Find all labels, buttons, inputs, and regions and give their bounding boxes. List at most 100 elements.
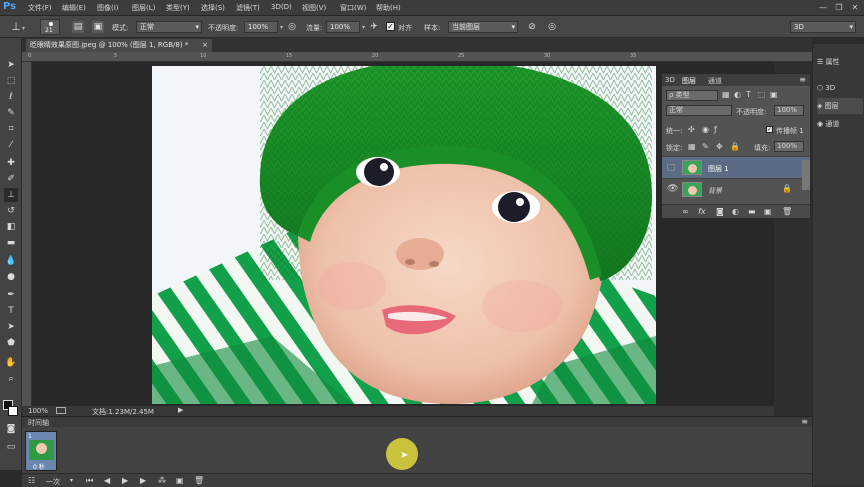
opacity-input[interactable]: 100%: [244, 21, 278, 33]
unify-visibility-icon[interactable]: ◉: [702, 125, 709, 134]
preset-dropdown-icon[interactable]: ▾: [22, 25, 25, 32]
history-brush-tool-icon[interactable]: ↺: [4, 204, 18, 218]
filter-pixel-icon[interactable]: ▦: [722, 90, 730, 99]
background-color-swatch[interactable]: [8, 406, 18, 416]
path-select-tool-icon[interactable]: ➤: [4, 320, 18, 334]
visibility-toggle-empty[interactable]: [667, 164, 675, 171]
mode-select[interactable]: 正常 ▾: [136, 21, 202, 33]
gradient-tool-icon[interactable]: ▬: [4, 236, 18, 250]
delete-layer-icon[interactable]: 🗑: [782, 207, 792, 216]
delete-frame-icon[interactable]: 🗑: [194, 476, 204, 485]
new-group-icon[interactable]: ▬: [748, 207, 756, 216]
menu-select[interactable]: 选择(S): [201, 3, 225, 13]
dock-3d[interactable]: ⬡ 3D: [817, 80, 863, 96]
adjustment-layer-icon[interactable]: ◐: [732, 207, 739, 216]
menu-edit[interactable]: 编辑(E): [62, 3, 86, 13]
menu-layer[interactable]: 图层(L): [132, 3, 155, 13]
lock-position-icon[interactable]: ✥: [716, 142, 723, 151]
flow-dropdown-icon[interactable]: ▾: [362, 24, 365, 31]
document-tab[interactable]: 眨眼睛效果原图.jpeg @ 100% (图层 1, RGB/8) * ×: [26, 39, 212, 52]
shape-tool-icon[interactable]: ⬟: [4, 336, 18, 350]
workspace-select[interactable]: 3D ▾: [790, 21, 856, 33]
align-checkbox[interactable]: ✓: [386, 22, 395, 31]
tab-3d[interactable]: 3D: [665, 76, 675, 84]
next-frame-icon[interactable]: ▶: [140, 476, 146, 485]
lock-all-icon[interactable]: 🔒: [730, 142, 740, 151]
status-menu-arrow-icon[interactable]: ▶: [178, 406, 183, 414]
restore-button[interactable]: ❐: [832, 2, 846, 13]
lock-pixels-icon[interactable]: ✎: [702, 142, 709, 151]
screen-mode-icon[interactable]: ▭: [4, 440, 18, 454]
menu-filter[interactable]: 滤镜(T): [236, 3, 260, 13]
lasso-tool-icon[interactable]: ℓ: [4, 90, 18, 104]
clone-stamp-tool-icon[interactable]: ⊥: [4, 188, 18, 202]
layer-row-layer1[interactable]: 图层 1: [662, 156, 810, 178]
layer-name[interactable]: 背景: [708, 186, 722, 196]
chevron-down-icon[interactable]: ▾: [70, 477, 73, 484]
pen-tool-icon[interactable]: ✒: [4, 288, 18, 302]
tab-layers[interactable]: 图层: [682, 76, 696, 86]
menu-type[interactable]: 类型(Y): [166, 3, 190, 13]
crop-tool-icon[interactable]: ⌗: [4, 122, 18, 136]
eye-icon[interactable]: 👁: [667, 184, 678, 194]
move-tool-icon[interactable]: ➤: [4, 58, 18, 72]
pressure-size-icon[interactable]: ◎: [546, 21, 558, 33]
sample-select[interactable]: 当前图层 ▾: [448, 21, 518, 33]
layer-name[interactable]: 图层 1: [708, 164, 729, 174]
eyedropper-tool-icon[interactable]: ⁄: [4, 138, 18, 152]
type-tool-icon[interactable]: T: [4, 304, 18, 318]
first-frame-icon[interactable]: ⏮: [86, 476, 93, 486]
layer-style-icon[interactable]: fx: [698, 207, 706, 216]
blend-mode-select[interactable]: 正常: [666, 105, 732, 116]
layers-scrollbar[interactable]: [802, 160, 810, 190]
menu-image[interactable]: 图像(I): [97, 3, 119, 13]
brush-tool-icon[interactable]: ✐: [4, 172, 18, 186]
quick-mask-icon[interactable]: ◙: [4, 422, 18, 436]
duplicate-frame-icon[interactable]: ▣: [176, 476, 184, 485]
dock-channels[interactable]: ◉ 通道: [817, 116, 863, 132]
ignore-adjustment-icon[interactable]: ⊘: [526, 21, 538, 33]
lock-transparent-icon[interactable]: ▦: [688, 142, 696, 151]
prev-frame-icon[interactable]: ◀: [104, 476, 110, 485]
propagate-frame-checkbox[interactable]: ✓: [766, 126, 773, 133]
fill-input[interactable]: 100%: [774, 141, 804, 152]
convert-timeline-icon[interactable]: ☷: [28, 476, 35, 485]
opacity-dropdown-icon[interactable]: ▾: [280, 24, 283, 31]
close-tab-icon[interactable]: ×: [202, 39, 208, 52]
menu-file[interactable]: 文件(F): [28, 3, 52, 13]
close-button[interactable]: ✕: [848, 2, 862, 13]
toggle-clone-source-icon[interactable]: ▣: [92, 21, 104, 33]
dock-layers[interactable]: ◈ 图层: [817, 98, 863, 114]
new-layer-icon[interactable]: ▣: [764, 207, 772, 216]
menu-3d[interactable]: 3D(D): [271, 3, 292, 11]
timeline-menu-icon[interactable]: ≡: [801, 417, 808, 426]
airbrush-icon[interactable]: ✈: [368, 21, 380, 33]
hand-tool-icon[interactable]: ✋: [4, 356, 18, 370]
marquee-tool-icon[interactable]: ⬚: [4, 74, 18, 88]
status-info-icon[interactable]: [56, 407, 66, 414]
document-image[interactable]: [152, 66, 656, 404]
menu-help[interactable]: 帮助(H): [376, 3, 401, 13]
minimize-button[interactable]: —: [816, 2, 830, 13]
unify-position-icon[interactable]: ✣: [688, 125, 695, 134]
quick-select-tool-icon[interactable]: ✎: [4, 106, 18, 120]
clone-stamp-icon[interactable]: ⊥: [10, 21, 22, 33]
menu-window[interactable]: 窗口(W): [340, 3, 366, 13]
add-mask-icon[interactable]: ◙: [716, 207, 724, 216]
eraser-tool-icon[interactable]: ◧: [4, 220, 18, 234]
tween-icon[interactable]: ⁂: [158, 476, 166, 485]
healing-brush-tool-icon[interactable]: ✚: [4, 156, 18, 170]
play-icon[interactable]: ▶: [122, 476, 128, 485]
filter-smart-icon[interactable]: ▣: [770, 90, 778, 99]
flow-input[interactable]: 100%: [326, 21, 360, 33]
unify-style-icon[interactable]: ƒ: [714, 125, 717, 134]
dock-properties[interactable]: ☰ 属性: [817, 54, 863, 70]
animation-frame[interactable]: 1 0 秒: [25, 431, 57, 471]
zoom-tool-icon[interactable]: ⌕: [4, 372, 18, 386]
pressure-opacity-icon[interactable]: ◎: [286, 21, 298, 33]
brush-size-preset[interactable]: 21: [40, 19, 60, 35]
layer-opacity-input[interactable]: 100%: [774, 105, 804, 116]
layer-filter-select[interactable]: ρ 类型: [666, 90, 718, 101]
filter-shape-icon[interactable]: ⬚: [758, 90, 766, 99]
filter-type-icon[interactable]: T: [746, 90, 751, 99]
